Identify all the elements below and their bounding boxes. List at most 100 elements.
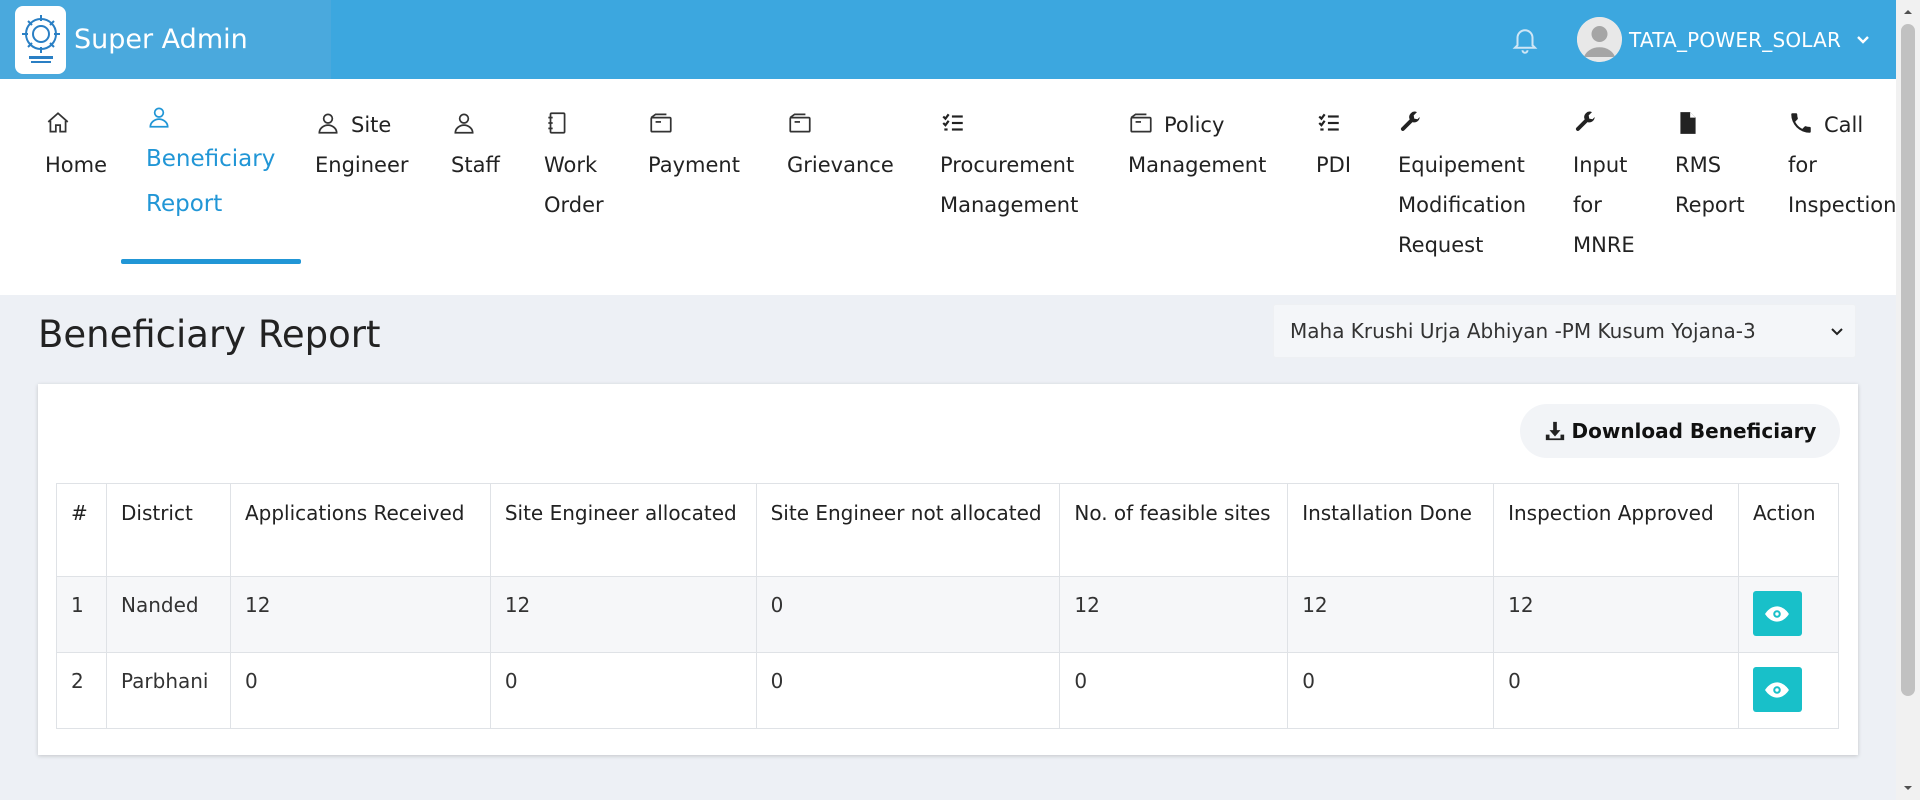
download-icon: [1545, 421, 1564, 441]
nav-equipment-label-3: Request: [1398, 233, 1484, 257]
user-menu[interactable]: TATA_POWER_SOLAR: [1577, 17, 1871, 62]
document-icon: [1680, 112, 1696, 134]
nav-input-for-mnre[interactable]: Input for MNRE: [1573, 105, 1635, 265]
user-icon: [149, 107, 169, 128]
nav-procurement[interactable]: Procurement Management: [940, 105, 1078, 225]
nav-equipment-modification[interactable]: Equipement Modification Request: [1398, 105, 1526, 265]
nav-rms-report[interactable]: RMS Report: [1675, 105, 1745, 225]
view-button[interactable]: [1752, 591, 1802, 636]
nav-work-order-label-1: Work: [544, 153, 598, 177]
table-row: 2 Parbhani 0 0 0 0 0 0: [56, 652, 1840, 729]
download-label: Download Beneficiary: [1571, 419, 1817, 443]
col-header-applications: Applications Received: [229, 483, 491, 577]
notification-bell-icon[interactable]: [1510, 24, 1540, 54]
nav-pdi[interactable]: PDI: [1316, 105, 1352, 185]
nav-call-label-3: Inspection: [1788, 193, 1897, 217]
cell-index: 2: [56, 652, 107, 729]
nav-equipment-label-1: Equipement: [1398, 153, 1525, 177]
cell-installation: 12: [1287, 576, 1495, 653]
nav-procurement-label-1: Procurement: [940, 153, 1075, 177]
nav-equipment-label-2: Modification: [1398, 193, 1526, 217]
scroll-down-arrow-icon[interactable]: [1902, 782, 1914, 794]
chevron-down-icon: [1831, 328, 1843, 336]
nav-policy-label-1: Policy: [1164, 113, 1225, 137]
user-icon: [454, 113, 474, 134]
cell-district: Nanded: [105, 576, 231, 653]
notebook-icon: [548, 112, 566, 134]
user-icon: [318, 113, 338, 134]
cell-se-not-allocated: 0: [755, 576, 1061, 653]
scheme-select[interactable]: Maha Krushi Urja Abhiyan -PM Kusum Yojan…: [1273, 304, 1856, 358]
cell-feasible-sites: 0: [1059, 652, 1289, 729]
page-title: Beneficiary Report: [38, 313, 381, 356]
vertical-scrollbar[interactable]: [1896, 0, 1920, 800]
nav-procurement-label-2: Management: [940, 193, 1079, 217]
top-bar: Super Admin TATA_POWER_SOLAR: [0, 0, 1896, 79]
col-header-index: #: [56, 483, 107, 577]
nav-payment[interactable]: Payment: [648, 105, 740, 185]
nav-grievance[interactable]: Grievance: [787, 105, 894, 185]
col-header-se-allocated: Site Engineer allocated: [489, 483, 757, 577]
cell-action: [1737, 576, 1840, 653]
nav-home-label: Home: [45, 153, 108, 177]
wallet-icon: [1130, 113, 1152, 133]
nav-call-label-1: Call: [1824, 113, 1864, 137]
cell-installation: 0: [1287, 652, 1495, 729]
nav-beneficiary-label-2: Report: [146, 191, 223, 217]
cell-inspection: 0: [1493, 652, 1739, 729]
app-title: Super Admin: [74, 24, 248, 55]
nav-work-order-label-2: Order: [544, 193, 604, 217]
beneficiary-table: # District Applications Received Site En…: [56, 483, 1840, 729]
active-tab-underline: [121, 259, 301, 264]
nav-call-for-inspection[interactable]: Call for Inspection: [1788, 105, 1896, 225]
cell-district: Parbhani: [105, 652, 231, 729]
nav-site-engineer[interactable]: Site Engineer: [315, 105, 409, 185]
scroll-up-arrow-icon[interactable]: [1902, 6, 1914, 18]
view-button[interactable]: [1752, 667, 1802, 712]
table-header-row: # District Applications Received Site En…: [56, 483, 1840, 577]
user-name: TATA_POWER_SOLAR: [1629, 27, 1842, 52]
nav-grievance-label: Grievance: [787, 153, 894, 177]
table-row: 1 Nanded 12 12 0 12 12 12: [56, 576, 1840, 653]
checklist-icon: [942, 113, 963, 131]
nav-beneficiary-label-1: Beneficiary: [146, 146, 276, 172]
report-card: Download Beneficiary # District Applicat…: [38, 384, 1858, 755]
cell-applications: 0: [229, 652, 491, 729]
nav-payment-label: Payment: [648, 153, 740, 177]
nav-policy-label-2: Management: [1128, 153, 1267, 177]
nav-work-order[interactable]: Work Order: [544, 105, 604, 225]
scrollbar-thumb[interactable]: [1901, 24, 1915, 696]
main-nav: Home Beneficiary Report Site Engineer St…: [0, 79, 1896, 295]
nav-policy-management[interactable]: Policy Management: [1128, 105, 1266, 185]
nav-site-engineer-label-2: Engineer: [315, 153, 409, 177]
nav-home[interactable]: Home: [45, 105, 107, 185]
eye-icon: [1765, 681, 1790, 698]
col-header-action: Action: [1737, 483, 1840, 577]
nav-site-engineer-label-1: Site: [351, 113, 392, 137]
wallet-icon: [650, 113, 672, 133]
cell-se-allocated: 12: [489, 576, 757, 653]
wrench-icon: [1575, 111, 1595, 131]
cell-index: 1: [56, 576, 107, 653]
chevron-down-icon: [1857, 35, 1869, 44]
col-header-district: District: [105, 483, 231, 577]
logo: [15, 5, 66, 74]
nav-input-label-1: Input: [1573, 153, 1628, 177]
nav-call-label-2: for: [1788, 153, 1817, 177]
wallet-icon: [789, 113, 811, 133]
cell-feasible-sites: 12: [1059, 576, 1289, 653]
cell-se-not-allocated: 0: [755, 652, 1061, 729]
checklist-icon: [1318, 113, 1339, 131]
scheme-select-value: Maha Krushi Urja Abhiyan -PM Kusum Yojan…: [1290, 319, 1756, 343]
brand[interactable]: Super Admin: [0, 0, 331, 79]
home-icon: [47, 112, 69, 133]
download-beneficiary-button[interactable]: Download Beneficiary: [1520, 404, 1840, 458]
nav-beneficiary-report[interactable]: Beneficiary Report: [146, 101, 275, 227]
eye-icon: [1765, 605, 1790, 622]
nav-staff[interactable]: Staff: [451, 105, 500, 185]
nav-pdi-label: PDI: [1316, 153, 1352, 177]
col-header-installation: Installation Done: [1287, 483, 1495, 577]
cell-inspection: 12: [1493, 576, 1739, 653]
phone-icon: [1791, 113, 1811, 133]
wrench-icon: [1400, 111, 1420, 131]
